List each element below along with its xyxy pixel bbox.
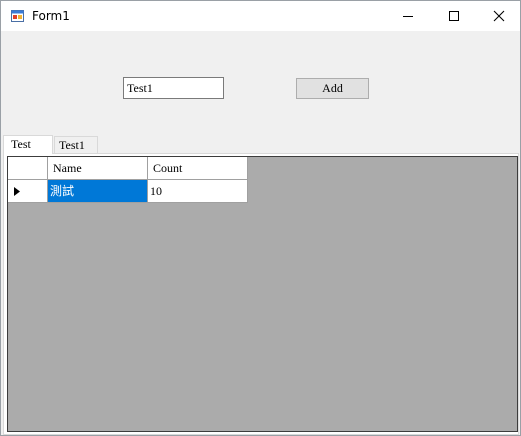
add-button[interactable]: Add [296, 78, 369, 99]
cell-name[interactable]: 測試 [48, 180, 148, 203]
tab-test[interactable]: Test [3, 135, 53, 154]
cell-count[interactable]: 10 [148, 180, 248, 203]
row-header[interactable] [8, 180, 48, 203]
grid-corner-header[interactable] [8, 157, 48, 180]
triangle-right-icon [14, 187, 20, 196]
tab-test1[interactable]: Test1 [54, 136, 98, 154]
window-title: Form1 [32, 9, 70, 23]
form-window: Form1 Add Test Test1 Name Count 測試 10 [0, 0, 521, 436]
close-button[interactable] [476, 1, 520, 31]
title-bar[interactable]: Form1 [1, 1, 520, 31]
maximize-icon [449, 11, 459, 21]
maximize-button[interactable] [431, 1, 477, 31]
minimize-button[interactable] [385, 1, 431, 31]
column-header-name[interactable]: Name [48, 157, 148, 180]
name-textbox[interactable] [123, 77, 224, 99]
minimize-icon [403, 16, 413, 17]
close-icon [493, 10, 505, 22]
app-icon [11, 10, 24, 22]
column-header-count[interactable]: Count [148, 157, 248, 180]
data-grid[interactable]: Name Count 測試 10 [7, 156, 518, 432]
